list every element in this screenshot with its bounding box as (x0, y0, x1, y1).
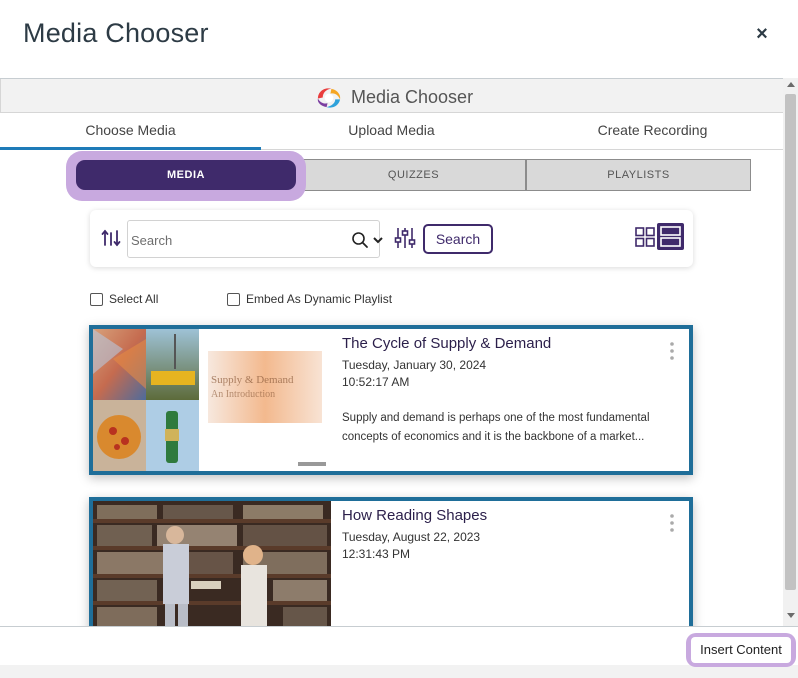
embed-playlist-label: Embed As Dynamic Playlist (246, 292, 393, 306)
grid-view-icon[interactable] (635, 227, 655, 247)
brand-name: Media Chooser (351, 87, 474, 107)
list-view-icon[interactable] (657, 223, 684, 250)
close-button[interactable]: × (750, 22, 774, 46)
modal-title: Media Chooser (23, 18, 209, 48)
media-card[interactable]: Supply & Demand An Introduction The Cycl… (89, 325, 693, 475)
search-icon[interactable] (351, 231, 369, 249)
insert-content-button[interactable]: Insert Content (691, 637, 791, 663)
media-date: Tuesday, January 30, 2024 (342, 358, 487, 372)
kaltura-logo-icon (317, 88, 341, 108)
subtab-playlists[interactable]: PLAYLISTS (526, 159, 751, 191)
footer-strip (0, 665, 798, 678)
media-time: 10:52:17 AM (342, 375, 410, 389)
svg-text:An Introduction: An Introduction (211, 389, 275, 400)
media-time: 12:31:43 PM (342, 547, 411, 561)
embed-playlist-checkbox[interactable]: Embed As Dynamic Playlist (227, 292, 392, 306)
scroll-down-arrow-icon[interactable] (787, 613, 795, 618)
media-chooser-frame: Media Chooser Choose Media Upload Media … (0, 78, 798, 626)
media-thumbnail: Supply & Demand An Introduction (93, 329, 329, 471)
media-card[interactable]: How Reading Shapes Tuesday, August 22, 2… (89, 497, 693, 626)
tab-choose-media[interactable]: Choose Media (0, 114, 261, 150)
more-options-icon[interactable] (669, 341, 675, 361)
selection-options: Select All Embed As Dynamic Playlist (89, 292, 589, 312)
brand-bar: Media Chooser (0, 79, 783, 113)
media-thumbnail (93, 501, 331, 626)
search-box (127, 220, 383, 258)
chevron-down-icon[interactable] (372, 234, 384, 246)
svg-text:Supply & Demand: Supply & Demand (211, 374, 294, 386)
main-tabs: Choose Media Upload Media Create Recordi… (0, 114, 783, 150)
media-title[interactable]: The Cycle of Supply & Demand (342, 335, 551, 352)
sort-filter-icon[interactable] (101, 228, 121, 248)
subtab-media-highlight: MEDIA (66, 151, 306, 201)
checkbox-box[interactable] (227, 292, 240, 306)
select-all-checkbox[interactable]: Select All (90, 292, 158, 306)
scrollbar-thumb[interactable] (785, 94, 796, 590)
frame-scrollbar[interactable] (783, 78, 798, 626)
sliders-icon[interactable] (394, 226, 416, 250)
tab-create-recording[interactable]: Create Recording (522, 114, 783, 150)
tab-upload-media[interactable]: Upload Media (261, 114, 522, 150)
insert-content-highlight: Insert Content (686, 633, 796, 667)
subtab-quizzes[interactable]: QUIZZES (301, 159, 526, 191)
search-panel: Search (90, 210, 693, 267)
search-input[interactable] (131, 230, 331, 250)
media-description: Supply and demand is perhaps one of the … (342, 412, 650, 443)
select-all-label: Select All (109, 292, 159, 306)
media-title[interactable]: How Reading Shapes (342, 507, 487, 524)
scroll-up-arrow-icon[interactable] (787, 82, 795, 87)
media-date: Tuesday, August 22, 2023 (342, 530, 481, 544)
checkbox-box[interactable] (90, 292, 103, 306)
search-button[interactable]: Search (423, 224, 493, 254)
media-type-subtabs: QUIZZES PLAYLISTS MEDIA (66, 151, 770, 201)
modal-footer: Insert Content (0, 626, 798, 678)
more-options-icon[interactable] (669, 513, 675, 533)
modal-header: Media Chooser × (0, 0, 798, 78)
subtab-media[interactable]: MEDIA (76, 160, 296, 190)
